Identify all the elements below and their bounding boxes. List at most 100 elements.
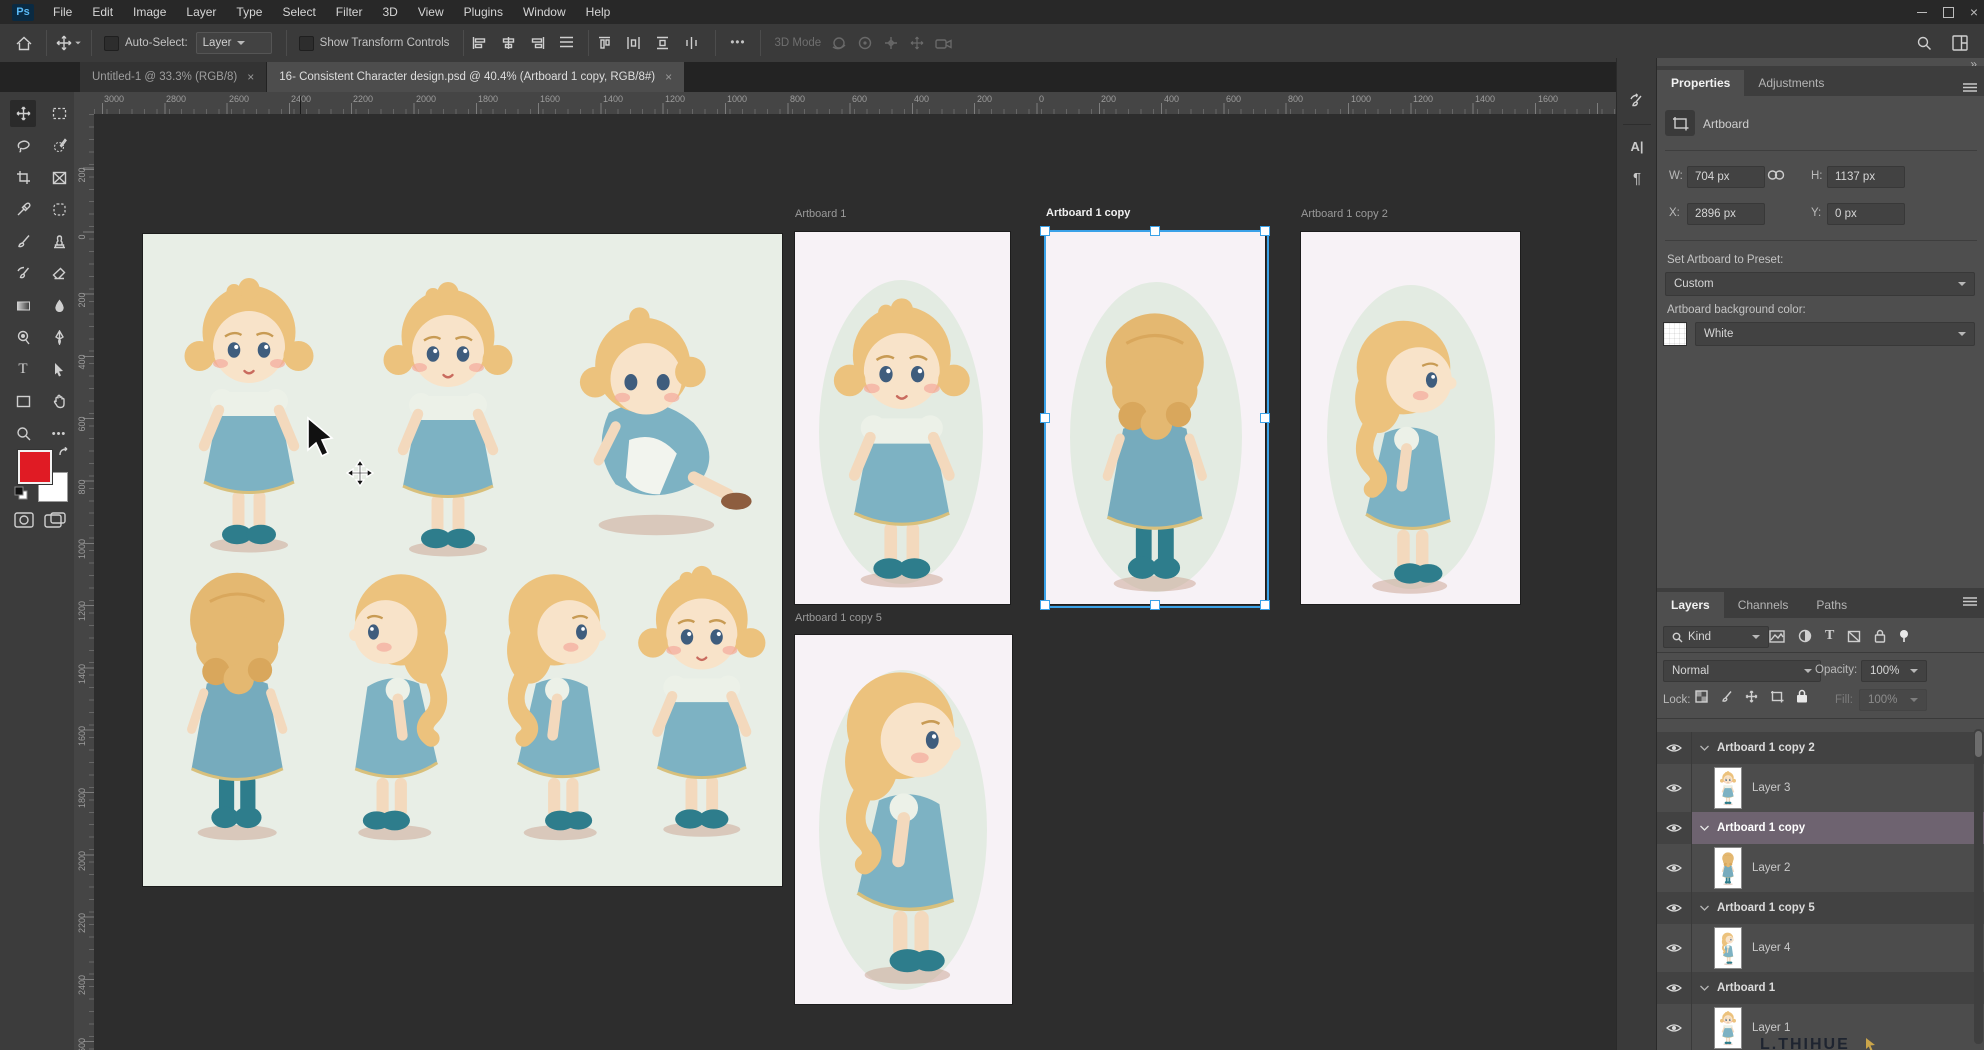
- healing-patch-tool[interactable]: [46, 196, 72, 223]
- visibility-toggle[interactable]: [1657, 924, 1692, 972]
- layer-row-group[interactable]: Artboard 1 copy 5: [1657, 892, 1984, 925]
- close-icon[interactable]: ×: [1970, 4, 1978, 20]
- crop-tool[interactable]: [10, 164, 36, 191]
- artboard-bg-swatch[interactable]: [1663, 322, 1687, 346]
- layer-row-group[interactable]: Artboard 1: [1657, 972, 1984, 1005]
- artboard-label-1-copy-2[interactable]: Artboard 1 copy 2: [1301, 208, 1388, 220]
- artboard-1-copy[interactable]: [1046, 232, 1265, 604]
- eraser-tool[interactable]: [46, 260, 72, 287]
- x-field[interactable]: 2896 px: [1687, 203, 1765, 225]
- filter-smart-objects-icon[interactable]: [1874, 629, 1886, 643]
- distribute-spacing-icon[interactable]: [684, 36, 699, 50]
- lock-transparent-pixels-icon[interactable]: [1695, 690, 1708, 703]
- close-icon[interactable]: ×: [665, 70, 672, 84]
- paragraph-panel-icon[interactable]: ¶: [1623, 164, 1651, 192]
- layer-row[interactable]: Layer 3: [1657, 764, 1984, 813]
- swap-colors-icon[interactable]: [58, 446, 70, 461]
- type-tool[interactable]: T: [10, 356, 36, 383]
- character-panel-icon[interactable]: A|: [1623, 132, 1651, 160]
- panel-menu-icon[interactable]: [1963, 597, 1977, 606]
- photoshop-logo[interactable]: Ps: [12, 4, 34, 21]
- canvas-pasteboard[interactable]: Artboard 1 Artboard 1 copy Artboard 1 co…: [94, 114, 1616, 1050]
- gradient-tool[interactable]: [10, 292, 36, 319]
- quick-selection-tool[interactable]: [46, 132, 72, 159]
- layer-thumbnail[interactable]: [1714, 767, 1742, 809]
- close-icon[interactable]: ×: [247, 70, 254, 84]
- screen-mode-button[interactable]: [44, 512, 66, 531]
- eyedropper-tool[interactable]: [10, 196, 36, 223]
- bg-color-dropdown[interactable]: White: [1695, 322, 1975, 346]
- tab-channels[interactable]: Channels: [1724, 592, 1803, 618]
- lock-position-icon[interactable]: [1745, 690, 1758, 703]
- chevron-down-icon[interactable]: [1700, 745, 1709, 751]
- frame-tool[interactable]: [46, 164, 72, 191]
- layer-row[interactable]: Layer 2: [1657, 844, 1984, 893]
- maximize-icon[interactable]: [1943, 7, 1954, 18]
- blur-tool[interactable]: [46, 292, 72, 319]
- selection-handle[interactable]: [1040, 600, 1050, 610]
- menu-image[interactable]: Image: [124, 0, 175, 24]
- artboard-label-1[interactable]: Artboard 1: [795, 208, 846, 220]
- visibility-toggle[interactable]: [1657, 892, 1692, 924]
- history-panel-icon[interactable]: [1623, 88, 1651, 116]
- 3d-pan-icon[interactable]: [883, 35, 899, 51]
- chevron-down-icon[interactable]: [1700, 985, 1709, 991]
- filter-pixel-layers-icon[interactable]: [1769, 630, 1785, 643]
- align-horizontal-centers-icon[interactable]: [501, 36, 516, 50]
- brush-tool[interactable]: [10, 228, 36, 255]
- menu-edit[interactable]: Edit: [83, 0, 122, 24]
- opacity-dropdown[interactable]: 100%: [1861, 660, 1927, 682]
- visibility-toggle[interactable]: [1657, 812, 1692, 844]
- filter-shape-layers-icon[interactable]: [1847, 630, 1861, 643]
- ruler-corner[interactable]: [74, 92, 95, 115]
- horizontal-ruler[interactable]: 3000 2800 2600 2400 2200 2000 1800 1600 …: [94, 92, 1616, 115]
- menu-filter[interactable]: Filter: [327, 0, 372, 24]
- artboard-1-copy-5[interactable]: [795, 635, 1012, 1004]
- lock-artboard-nesting-icon[interactable]: [1770, 690, 1784, 703]
- artboard-1[interactable]: [795, 232, 1010, 604]
- align-right-edges-icon[interactable]: [530, 36, 545, 50]
- visibility-toggle[interactable]: [1657, 732, 1692, 764]
- vertical-ruler[interactable]: 200 0 200 400 600 800 1000 1200 1400 160…: [74, 114, 95, 1050]
- 3d-camera-icon[interactable]: [935, 36, 953, 50]
- chevron-down-icon[interactable]: [1700, 825, 1709, 831]
- dodge-tool[interactable]: [10, 324, 36, 351]
- menu-type[interactable]: Type: [227, 0, 271, 24]
- 3d-roll-icon[interactable]: [857, 35, 873, 51]
- visibility-toggle[interactable]: [1657, 844, 1692, 892]
- visibility-toggle[interactable]: [1657, 972, 1692, 1004]
- selection-handle[interactable]: [1150, 226, 1160, 236]
- 3d-orbit-icon[interactable]: [831, 35, 847, 51]
- menu-window[interactable]: Window: [514, 0, 575, 24]
- chevron-down-icon[interactable]: [1700, 905, 1709, 911]
- selection-handle[interactable]: [1260, 226, 1270, 236]
- visibility-toggle[interactable]: [1657, 764, 1692, 812]
- lock-all-icon[interactable]: [1796, 689, 1808, 703]
- layer-thumbnail[interactable]: [1714, 927, 1742, 969]
- layer-row[interactable]: Layer 4: [1657, 924, 1984, 973]
- layer-thumbnail[interactable]: [1714, 1007, 1742, 1049]
- filter-adjustment-layers-icon[interactable]: [1798, 629, 1812, 643]
- selection-handle[interactable]: [1040, 226, 1050, 236]
- tab-untitled-1[interactable]: Untitled-1 @ 33.3% (RGB/8) ×: [80, 62, 267, 92]
- more-options-button[interactable]: •••: [730, 37, 745, 49]
- artboard-1-copy-2[interactable]: [1301, 232, 1520, 604]
- align-top-edges-icon[interactable]: [559, 36, 574, 50]
- marquee-tool[interactable]: [46, 100, 72, 127]
- selection-handle[interactable]: [1260, 413, 1270, 423]
- visibility-toggle[interactable]: [1657, 1004, 1692, 1050]
- tab-layers[interactable]: Layers: [1657, 592, 1724, 618]
- width-field[interactable]: 704 px: [1687, 166, 1765, 188]
- align-left-edges-icon[interactable]: [472, 36, 487, 50]
- default-colors-icon[interactable]: [14, 486, 28, 503]
- hand-tool[interactable]: [46, 388, 72, 415]
- distribute-top-icon[interactable]: [597, 36, 612, 50]
- layer-row-group[interactable]: Artboard 1 copy 2: [1657, 732, 1984, 765]
- distribute-horizontal-icon[interactable]: [626, 36, 641, 50]
- zoom-tool[interactable]: [10, 420, 36, 447]
- scrollbar-thumb[interactable]: [1975, 731, 1982, 757]
- selection-handle[interactable]: [1150, 600, 1160, 610]
- filter-type-layers-icon[interactable]: T: [1825, 628, 1834, 644]
- minimize-icon[interactable]: [1917, 12, 1927, 13]
- artboard-label-1-copy[interactable]: Artboard 1 copy: [1046, 207, 1130, 219]
